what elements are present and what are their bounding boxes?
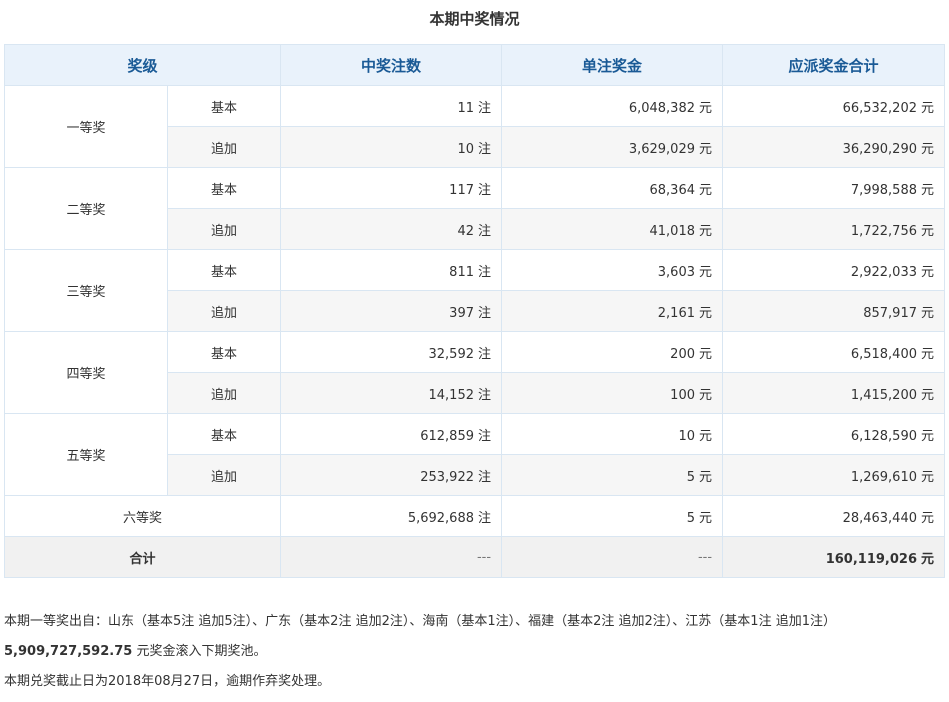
winning-count: 397 注 bbox=[280, 290, 503, 332]
header-single: 单注奖金 bbox=[501, 44, 724, 86]
winning-count: 253,922 注 bbox=[280, 454, 503, 496]
single-prize: 200 元 bbox=[501, 331, 724, 373]
single-prize: 100 元 bbox=[501, 372, 724, 414]
table-row: 五等奖 基本 612,859 注 10 元 6,128,590 元 bbox=[4, 413, 946, 496]
total-prize: 6,128,590 元 bbox=[722, 413, 946, 455]
first-prize-origin: 本期一等奖出自：山东（基本5注 追加5注）、广东（基本2注 追加2注）、海南（基… bbox=[4, 614, 836, 629]
bet-type: 基本 bbox=[166, 167, 282, 209]
bet-type: 追加 bbox=[166, 372, 282, 414]
table-row: 一等奖 基本 11 注 6,048,382 元 66,532,202 元 bbox=[4, 85, 946, 168]
total-prize: 66,532,202 元 bbox=[722, 85, 946, 127]
total-prize: 36,290,290 元 bbox=[722, 126, 946, 168]
single-prize: 5元 bbox=[501, 495, 724, 537]
bet-type: 基本 bbox=[166, 331, 282, 373]
bet-type: 基本 bbox=[166, 249, 282, 291]
prize-level: 六等奖 bbox=[3, 495, 282, 537]
header-level: 奖级 bbox=[3, 44, 282, 86]
page-title: 本期中奖情况 bbox=[429, 10, 520, 28]
header-total: 应派奖金合计 bbox=[722, 44, 946, 86]
total-prize: 28,463,440 元 bbox=[722, 495, 946, 537]
single-prize: 3,603 元 bbox=[501, 249, 724, 291]
notes-section: 本期一等奖出自：山东（基本5注 追加5注）、广东（基本2注 追加2注）、海南（基… bbox=[4, 612, 836, 702]
single-prize: 6,048,382 元 bbox=[501, 85, 724, 127]
bet-type: 追加 bbox=[166, 126, 282, 168]
header-count: 中奖注数 bbox=[280, 44, 503, 86]
single-prize: 68,364 元 bbox=[501, 167, 724, 209]
prize-level: 四等奖 bbox=[4, 331, 168, 414]
total-prize: 1,722,756 元 bbox=[722, 208, 946, 250]
single-prize: 5元 bbox=[501, 454, 724, 496]
total-prize: 857,917 元 bbox=[722, 290, 946, 332]
total-single: --- bbox=[501, 536, 724, 578]
total-prize: 1,415,200 元 bbox=[722, 372, 946, 414]
table-row-total: 合计 --- --- 160,119,026 元 bbox=[3, 536, 946, 578]
single-prize: 3,629,029 元 bbox=[501, 126, 724, 168]
table-row: 三等奖 基本 811 注 3,603 元 2,922,033 元 bbox=[4, 249, 946, 332]
prize-level: 五等奖 bbox=[4, 413, 168, 496]
winning-count: 811 注 bbox=[280, 249, 503, 291]
grand-total: 160,119,026 元 bbox=[722, 536, 946, 578]
winning-count: 10 注 bbox=[280, 126, 503, 168]
table-header-row: 奖级 中奖注数 单注奖金 应派奖金合计 bbox=[3, 44, 946, 86]
table-row: 四等奖 基本 32,592 注 200 元 6,518,400 元 bbox=[4, 331, 946, 414]
table-row: 二等奖 基本 117 注 68,364 元 7,998,588 元 bbox=[4, 167, 946, 250]
single-prize: 41,018 元 bbox=[501, 208, 724, 250]
prize-level: 三等奖 bbox=[4, 249, 168, 332]
rollover-amount: 5,909,727,592.75 bbox=[4, 644, 133, 659]
bet-type: 追加 bbox=[166, 454, 282, 496]
winning-count: 42 注 bbox=[280, 208, 503, 250]
table-row-sixth: 六等奖 5,692,688 注 5元 28,463,440 元 bbox=[3, 495, 946, 537]
prize-level: 二等奖 bbox=[4, 167, 168, 250]
winning-count: 11 注 bbox=[280, 85, 503, 127]
single-prize: 2,161 元 bbox=[501, 290, 724, 332]
bet-type: 基本 bbox=[166, 85, 282, 127]
total-prize: 7,998,588 元 bbox=[722, 167, 946, 209]
winning-count: 14,152 注 bbox=[280, 372, 503, 414]
winning-count: 5,692,688 注 bbox=[280, 495, 503, 537]
single-prize: 10 元 bbox=[501, 413, 724, 455]
total-prize: 6,518,400 元 bbox=[722, 331, 946, 373]
prize-level: 一等奖 bbox=[4, 85, 168, 168]
deadline-note: 本期兑奖截止日为2018年08月27日，逾期作弃奖处理。 bbox=[4, 674, 331, 689]
bet-type: 基本 bbox=[166, 413, 282, 455]
total-prize: 2,922,033 元 bbox=[722, 249, 946, 291]
prize-table: 奖级 中奖注数 单注奖金 应派奖金合计 一等奖 基本 11 注 6,048,382… bbox=[3, 44, 946, 578]
bet-type: 追加 bbox=[166, 290, 282, 332]
total-label: 合计 bbox=[3, 536, 282, 578]
winning-count: 32,592 注 bbox=[280, 331, 503, 373]
total-prize: 1,269,610 元 bbox=[722, 454, 946, 496]
bet-type: 追加 bbox=[166, 208, 282, 250]
rollover-note: 5,909,727,592.75 元奖金滚入下期奖池。 bbox=[4, 644, 267, 659]
winning-count: 612,859 注 bbox=[280, 413, 503, 455]
total-count: --- bbox=[280, 536, 503, 578]
winning-count: 117 注 bbox=[280, 167, 503, 209]
